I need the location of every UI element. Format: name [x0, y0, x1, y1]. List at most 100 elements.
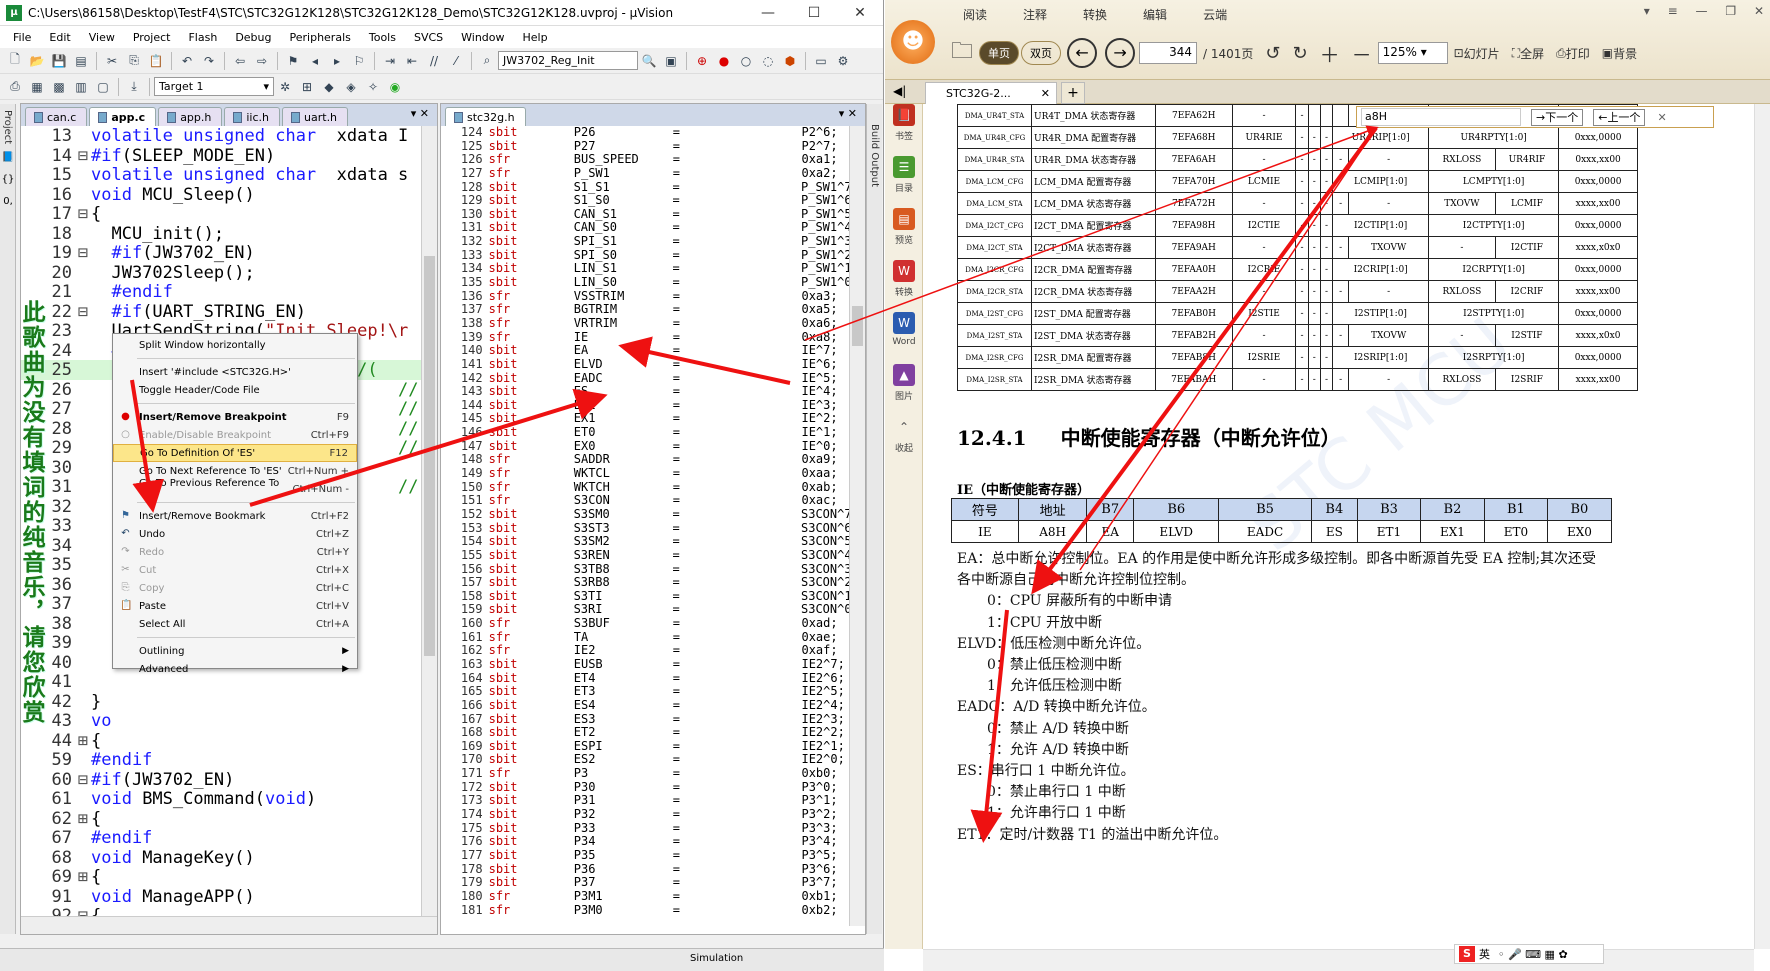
paste-icon[interactable]: 📋 [147, 52, 165, 70]
header-line[interactable]: 181 sfr P3M0 = 0xb2; [441, 903, 851, 918]
menu-item-tools[interactable]: Tools [360, 31, 405, 44]
sidebar-item-0[interactable]: 📕 书签 [885, 104, 923, 156]
header-line[interactable]: 175 sbit P33 = P3^3; [441, 821, 851, 836]
find-icon[interactable]: 🔍 [640, 52, 658, 70]
sidebar-item-6[interactable]: ⌃ 收起 [885, 416, 923, 468]
header-vertical-scrollbar[interactable] [849, 126, 865, 926]
header-line[interactable]: 135 sbit LIN_S0 = P_SW1^0; [441, 275, 851, 290]
menu-item-peripherals[interactable]: Peripherals [281, 31, 360, 44]
sidebar-item-5[interactable]: ▲ 图片 [885, 364, 923, 416]
header-line[interactable]: 138 sfr VRTRIM = 0xa6; [441, 316, 851, 331]
bookmark-next-icon[interactable]: ▸ [328, 52, 346, 70]
fullscreen-button[interactable]: ⛶ 全屏 [1512, 45, 1544, 62]
breakpoint-clear-icon[interactable]: ◌ [759, 52, 777, 70]
header-line[interactable]: 131 sbit CAN_S0 = P_SW1^4; [441, 221, 851, 235]
maximize-button[interactable]: ☐ [791, 5, 837, 21]
header-line[interactable]: 168 sbit ET2 = IE2^2; [441, 726, 851, 740]
fold-toggle-icon[interactable]: ⊟ [75, 302, 91, 322]
header-line[interactable]: 154 sbit S3SM2 = S3CON^5; [441, 535, 851, 549]
fold-toggle-icon[interactable]: ⊞ [75, 731, 91, 751]
menu-item-insert-remove-bookmark[interactable]: ⚑ Insert/Remove Bookmark Ctrl+F2 [113, 507, 357, 525]
save-icon[interactable]: 💾 [50, 52, 68, 70]
redo-icon[interactable]: ↷ [200, 52, 218, 70]
header-line[interactable]: 140 sbit EA = IE^7; [441, 344, 851, 358]
menu-item-advanced[interactable]: Advanced ▶ [113, 660, 357, 678]
header-line[interactable]: 164 sbit ET4 = IE2^6; [441, 671, 851, 686]
fold-toggle-icon[interactable]: ⊟ [75, 770, 91, 790]
rebuild-icon[interactable]: ▩ [50, 78, 68, 96]
header-line[interactable]: 160 sfr S3BUF = 0xad; [441, 616, 851, 631]
tab-controls[interactable]: ▾ ✕ [839, 107, 857, 120]
find-prev-button[interactable]: ←上一个 [1593, 108, 1646, 126]
new-tab-button[interactable]: + [1061, 82, 1085, 104]
header-lines[interactable]: 124 sbit P26 = P2^6; 125 sbit P27 = P2^7; 126 sfr BU… [441, 126, 851, 926]
header-line[interactable]: 155 sbit S3REN = S3CON^4; [441, 548, 851, 563]
menu-item-undo[interactable]: ↶ Undo Ctrl+Z [113, 525, 357, 543]
minimize-button[interactable]: — [745, 5, 791, 21]
new-file-icon[interactable]: 🗋 [6, 52, 24, 70]
menu-item-outlining[interactable]: Outlining ▶ [113, 642, 357, 660]
code-line[interactable]: 20 JW3702Sleep(); [21, 263, 421, 283]
fold-toggle-icon[interactable]: ⊞ [75, 809, 91, 829]
indent-icon[interactable]: ⇥ [381, 52, 399, 70]
zoom-in-icon[interactable]: ＋ [1320, 39, 1340, 68]
menu-item-select-all[interactable]: Select All Ctrl+A [113, 615, 357, 633]
restore-button[interactable]: ❐ [1725, 4, 1736, 18]
header-line[interactable]: 133 sbit SPI_S0 = P_SW1^2; [441, 248, 851, 263]
header-line[interactable]: 174 sbit P32 = P3^2; [441, 807, 851, 822]
configure-icon[interactable]: ⚙ [834, 52, 852, 70]
header-line[interactable]: 177 sbit P35 = P3^5; [441, 848, 851, 863]
header-line[interactable]: 132 sbit SPI_S1 = P_SW1^3; [441, 234, 851, 249]
pdf-page[interactable]: STC MCU DMA_UR4T_STA UR4T_DMA 状态寄存器 7EFA62… [923, 104, 1754, 949]
code-line[interactable]: 21 #endif [21, 282, 421, 302]
double-page-button[interactable]: 双页 [1021, 41, 1062, 65]
code-line[interactable]: 62 ⊞{ [21, 809, 421, 829]
header-line[interactable]: 150 sfr WKTCH = 0xab; [441, 480, 851, 495]
stop-build-icon[interactable]: ▢ [94, 78, 112, 96]
scroll-thumb[interactable] [424, 256, 435, 656]
header-line[interactable]: 161 sfr TA = 0xae; [441, 630, 851, 645]
code-line[interactable]: 92 ⊟{ [21, 906, 421, 916]
header-line[interactable]: 137 sfr BGTRIM = 0xa5; [441, 303, 851, 317]
menu-item-split-window-horizontally[interactable]: Split Window horizontally [113, 336, 357, 354]
tab-app-h[interactable]: app.h [158, 107, 223, 126]
header-line[interactable]: 153 sbit S3ST3 = S3CON^6; [441, 521, 851, 536]
open-file-icon[interactable]: 📂 [28, 52, 46, 70]
single-page-button[interactable]: 单页 [979, 41, 1020, 65]
zoom-select[interactable]: 125% ▾ [1377, 42, 1448, 64]
header-line[interactable]: 162 sfr IE2 = 0xaf; [441, 644, 851, 658]
header-line[interactable]: 169 sbit ESPI = IE2^1; [441, 739, 851, 754]
sidebar-item-3[interactable]: W 转换 [885, 260, 923, 312]
header-line[interactable]: 178 sbit P36 = P3^6; [441, 862, 851, 877]
header-line[interactable]: 129 sbit S1_S0 = P_SW1^6; [441, 194, 851, 208]
header-line[interactable]: 156 sbit S3TB8 = S3CON^3; [441, 562, 851, 577]
cut-icon[interactable]: ✂ [103, 52, 121, 70]
fold-toggle-icon[interactable]: ⊟ [75, 146, 91, 166]
close-button[interactable]: ✕ [1754, 4, 1764, 18]
ribbon-tab[interactable]: 注释 [1023, 6, 1047, 23]
code-line[interactable]: 43 vo [21, 711, 421, 731]
tab-iic-h[interactable]: iic.h [224, 107, 281, 126]
breakpoint-disable-icon[interactable]: ○ [737, 52, 755, 70]
tab-uart-h[interactable]: uart.h [282, 107, 349, 126]
menu-item-project[interactable]: Project [124, 31, 180, 44]
print-button[interactable]: ⎙ 打印 [1556, 45, 1590, 62]
pdf-horizontal-scrollbar[interactable] [923, 949, 1754, 971]
code-line[interactable]: 22 ⊟ #if(UART_STRING_EN) [21, 302, 421, 322]
sidebar-item-2[interactable]: ▤ 预览 [885, 208, 923, 260]
code-line[interactable]: 59 #endif [21, 750, 421, 770]
ribbon-tab[interactable]: 编辑 [1143, 6, 1167, 23]
header-line[interactable]: 127 sfr P_SW1 = 0xa2; [441, 166, 851, 181]
ime-tools-icon[interactable]: ◦ 🎤 ⌨ ▦ ✿ [1498, 948, 1568, 961]
fold-toggle-icon[interactable]: ⊟ [75, 906, 91, 916]
select-packs-icon[interactable]: ◈ [342, 78, 360, 96]
header-line[interactable]: 126 sfr BUS_SPEED = 0xa1; [441, 153, 851, 167]
code-line[interactable]: 91 void ManageAPP() [21, 887, 421, 907]
code-line[interactable]: 17 ⊟{ [21, 204, 421, 224]
menu-item-go-to-previous-reference-to-es[interactable]: Go To Previous Reference To 'ES' Ctrl+Num… [113, 478, 357, 500]
background-button[interactable]: ▣ 背景 [1602, 45, 1637, 62]
code-line[interactable]: 60 ⊟ #if(JW3702_EN) [21, 770, 421, 790]
zoom-out-icon[interactable]: － [1352, 39, 1372, 68]
nav-back-icon[interactable]: ⇦ [231, 52, 249, 70]
pack-installer-icon[interactable]: ✧ [364, 78, 382, 96]
